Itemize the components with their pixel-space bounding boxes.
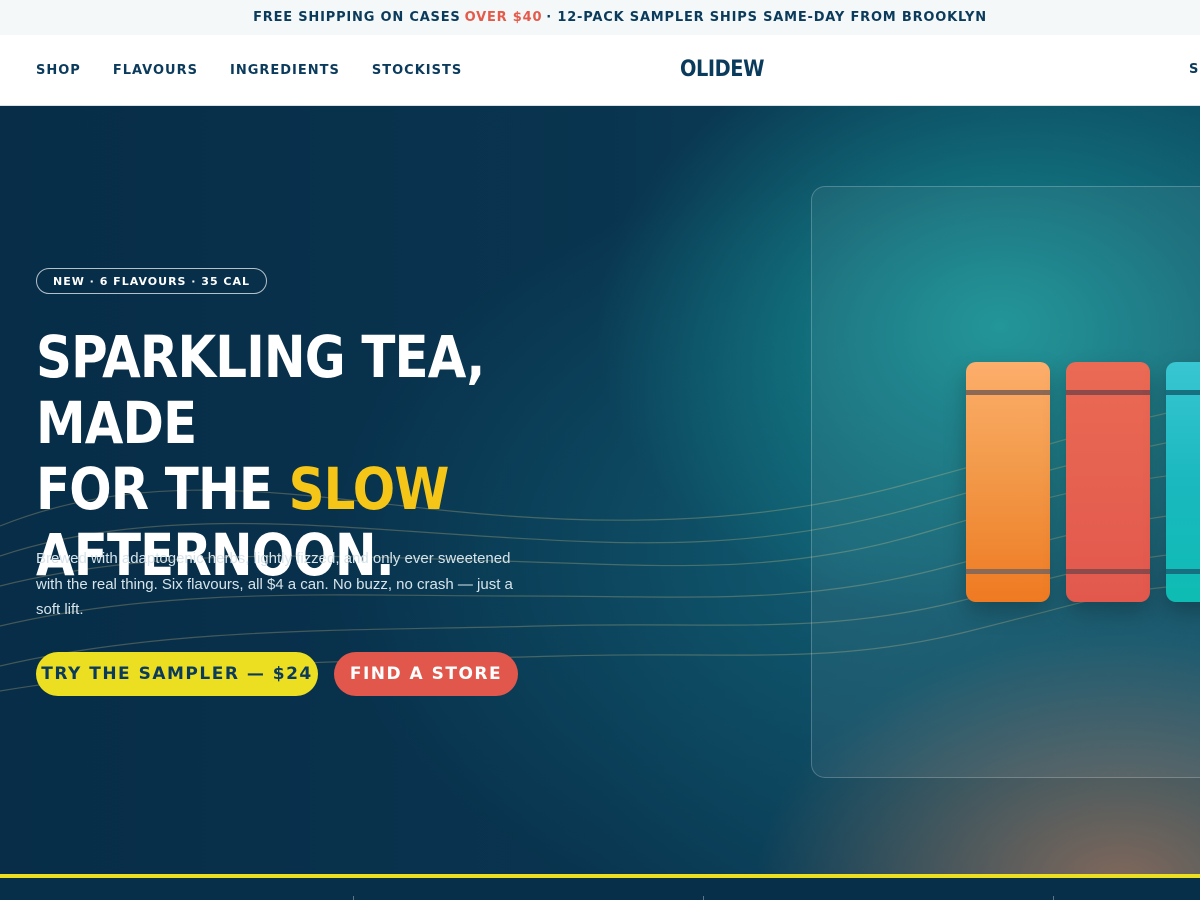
can-band-top bbox=[1066, 390, 1150, 395]
strip-divider bbox=[353, 896, 354, 900]
headline-accent: SLOW bbox=[288, 455, 450, 523]
nav-link-ingredients[interactable]: INGREDIENTS bbox=[230, 63, 340, 78]
announcement-suffix: · 12-PACK SAMPLER SHIPS SAME-DAY FROM BR… bbox=[546, 10, 987, 25]
announcement-highlight: OVER $40 bbox=[464, 10, 543, 25]
strip-divider bbox=[1053, 896, 1054, 900]
can-band-top bbox=[1166, 390, 1200, 395]
nav-link-stockists[interactable]: STOCKISTS bbox=[372, 63, 462, 78]
primary-nav: SHOP FLAVOURS INGREDIENTS STOCKISTS bbox=[36, 35, 462, 105]
can-band-top bbox=[966, 390, 1050, 395]
brand-logo[interactable]: OLIDEW bbox=[680, 57, 764, 82]
find-store-button[interactable]: FIND A STORE bbox=[334, 652, 518, 696]
can-band-bottom bbox=[1066, 569, 1150, 574]
hero-section: NEW · 6 FLAVOURS · 35 CAL SPARKLING TEA,… bbox=[0, 106, 1200, 874]
can-coral bbox=[1066, 362, 1150, 602]
announcement-prefix: FREE SHIPPING ON CASES bbox=[253, 10, 461, 25]
can-band-bottom bbox=[1166, 569, 1200, 574]
try-sampler-button[interactable]: TRY THE SAMPLER — $24 bbox=[36, 652, 318, 696]
nav-right-link[interactable]: S bbox=[1189, 62, 1199, 77]
site-header: SHOP FLAVOURS INGREDIENTS STOCKISTS OLID… bbox=[0, 35, 1200, 106]
announcement-bar: FREE SHIPPING ON CASES OVER $40 · 12-PAC… bbox=[0, 0, 1200, 35]
hero-description: Brewed with adaptogenic herbs, lightly f… bbox=[36, 550, 513, 618]
can-teal bbox=[1166, 362, 1200, 602]
can-orange bbox=[966, 362, 1050, 602]
strip-divider bbox=[703, 896, 704, 900]
headline-line-2-prefix: FOR THE bbox=[36, 455, 273, 523]
feature-strip bbox=[0, 874, 1200, 900]
hero-badge: NEW · 6 FLAVOURS · 35 CAL bbox=[36, 268, 268, 294]
headline-line-1: SPARKLING TEA, MADE bbox=[36, 323, 485, 457]
nav-link-shop[interactable]: SHOP bbox=[36, 63, 81, 78]
can-band-bottom bbox=[966, 569, 1050, 574]
nav-link-flavours[interactable]: FLAVOURS bbox=[113, 63, 198, 78]
